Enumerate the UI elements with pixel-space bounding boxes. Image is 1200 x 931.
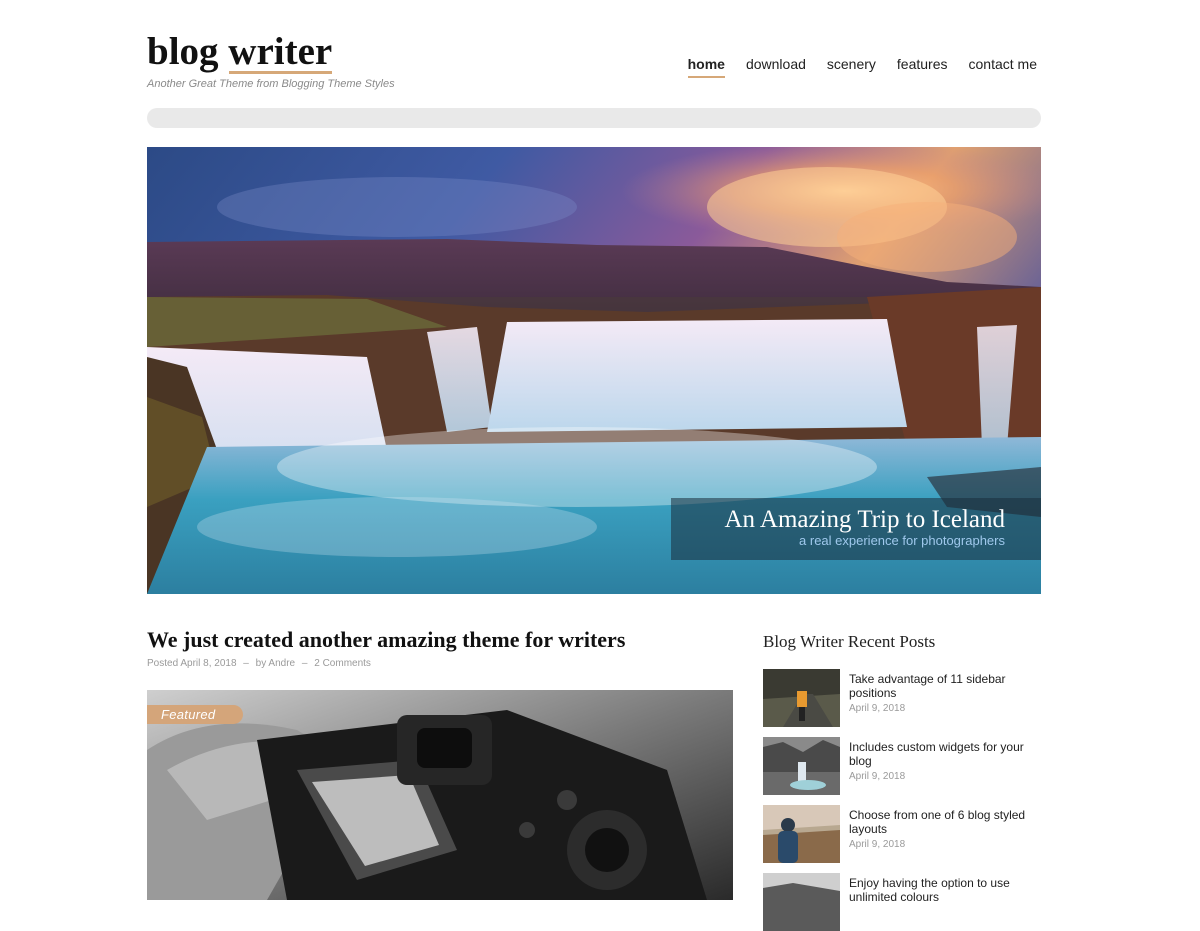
recent-post-date: April 9, 2018: [849, 839, 906, 850]
recent-post-date: April 9, 2018: [849, 703, 906, 714]
site-title[interactable]: blog writer: [147, 30, 332, 74]
nav-item-home[interactable]: home: [687, 56, 725, 78]
hero-slider[interactable]: An Amazing Trip to Iceland a real experi…: [147, 147, 1041, 594]
post-author[interactable]: by Andre: [256, 658, 295, 669]
recent-post-thumbnail[interactable]: [763, 669, 840, 727]
site-tagline: Another Great Theme from Blogging Theme …: [147, 78, 395, 90]
hero-subtitle: a real experience for photographers: [799, 533, 1005, 548]
post-meta: Posted April 8, 2018 – by Andre – 2 Comm…: [147, 658, 375, 669]
post-date: Posted April 8, 2018: [147, 658, 237, 669]
nav-item-contact-me[interactable]: contact me: [969, 56, 1037, 78]
recent-post-thumbnail[interactable]: [763, 873, 840, 931]
recent-post-title[interactable]: Includes custom widgets for your blog: [849, 740, 1041, 768]
site-title-word-2: writer: [228, 30, 333, 74]
site-title-word-1: blog: [147, 30, 219, 73]
recent-post-thumbnail[interactable]: [763, 737, 840, 795]
recent-post-title[interactable]: Choose from one of 6 blog styled layouts: [849, 808, 1041, 836]
featured-badge: Featured: [147, 705, 244, 724]
post-featured-image[interactable]: Featured: [147, 690, 733, 900]
sidebar-title: Blog Writer Recent Posts: [763, 632, 936, 651]
nav-item-features[interactable]: features: [897, 56, 948, 78]
nav-item-scenery[interactable]: scenery: [827, 56, 876, 78]
post-title[interactable]: We just created another amazing theme fo…: [147, 627, 625, 653]
recent-post-title[interactable]: Take advantage of 11 sidebar positions: [849, 672, 1041, 700]
recent-post-thumbnail[interactable]: [763, 805, 840, 863]
recent-post-date: April 9, 2018: [849, 771, 906, 782]
main-nav: home download scenery features contact m…: [667, 56, 1037, 78]
search-bar[interactable]: [147, 108, 1041, 128]
hero-caption: An Amazing Trip to Iceland a real experi…: [671, 498, 1041, 560]
hero-title[interactable]: An Amazing Trip to Iceland: [671, 498, 1005, 533]
meta-separator: –: [301, 658, 308, 669]
nav-item-download[interactable]: download: [746, 56, 806, 78]
post-comments-link[interactable]: 2 Comments: [314, 658, 371, 669]
meta-separator: –: [243, 658, 249, 669]
